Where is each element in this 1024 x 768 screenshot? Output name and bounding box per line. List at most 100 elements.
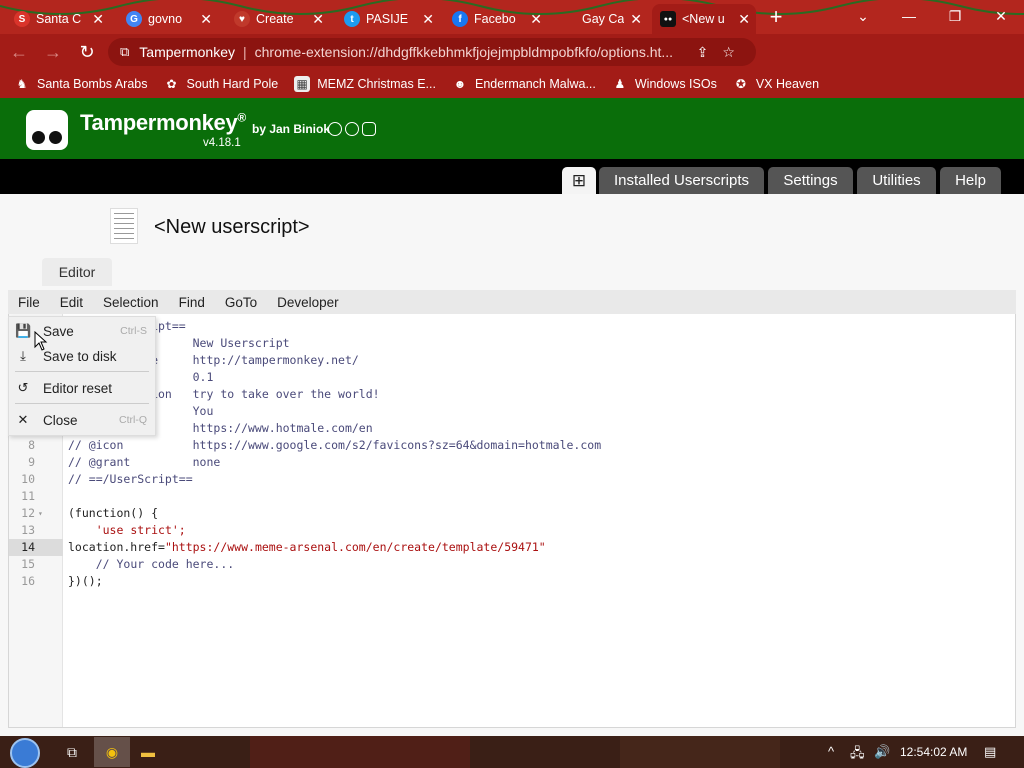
file-menu-label: Close: [43, 412, 78, 428]
tab-close-icon[interactable]: ✕: [312, 11, 324, 28]
extension-page-icon[interactable]: ⧉: [120, 44, 129, 60]
code-line[interactable]: 3// @namespace http://tampermonkey.net/: [9, 352, 1015, 369]
fold-arrow-icon[interactable]: ▾: [38, 505, 43, 522]
brand-name: Tampermonkey: [80, 110, 238, 135]
file-menu-editor-reset[interactable]: ↺ Editor reset: [9, 376, 155, 400]
instagram-icon[interactable]: [362, 122, 376, 136]
file-explorer-icon[interactable]: ▬: [136, 740, 160, 764]
code-line[interactable]: 2// @name New Userscript: [9, 335, 1015, 352]
code-line[interactable]: 10 // ==/UserScript==: [9, 471, 1015, 488]
code-line[interactable]: 12 ▾ (function() {: [9, 505, 1015, 522]
code-line[interactable]: 11: [9, 488, 1015, 505]
code-token: none: [192, 455, 221, 469]
bookmark-item[interactable]: ♟ Windows ISOs: [612, 76, 716, 92]
code-token: // ==/UserScript==: [68, 472, 193, 486]
menu-developer[interactable]: Developer: [267, 295, 349, 310]
tab-editor[interactable]: Editor: [42, 258, 112, 286]
line-number: 12: [21, 506, 35, 520]
restore-button[interactable]: ❐: [932, 0, 978, 32]
browser-tab-6[interactable]: Gay Ca ✕: [552, 4, 648, 34]
tab-close-icon[interactable]: ✕: [422, 11, 434, 28]
browser-tab-2[interactable]: G govno ✕: [118, 4, 218, 34]
tab-close-icon[interactable]: ✕: [200, 11, 212, 28]
browser-tab-active[interactable]: ●● <New u ✕: [652, 4, 756, 34]
bookmark-item[interactable]: ▦ MEMZ Christmas E...: [294, 76, 436, 92]
code-line[interactable]: 14 location.href="https://www.meme-arsena…: [9, 539, 1015, 556]
reload-icon[interactable]: ↻: [72, 37, 102, 67]
code-line[interactable]: 7// @match https://www.hotmale.com/en: [9, 420, 1015, 437]
bookmark-star-icon[interactable]: ☆: [722, 44, 735, 61]
code-line[interactable]: 15 // Your code here...: [9, 556, 1015, 573]
code-editor[interactable]: 1// ==UserScript==2// @name New Userscri…: [8, 314, 1016, 728]
tab-title: Santa C: [36, 12, 82, 26]
taskbar-clock[interactable]: 12:54:02 AM: [900, 745, 967, 759]
file-menu-save[interactable]: 💾 Save Ctrl-S: [9, 319, 155, 343]
menu-edit[interactable]: Edit: [50, 295, 93, 310]
code-line[interactable]: 1// ==UserScript==: [9, 318, 1015, 335]
browser-tab-4[interactable]: t PASIJE ✕: [336, 4, 440, 34]
tab-settings[interactable]: Settings: [768, 167, 853, 194]
address-url[interactable]: chrome-extension://dhdgffkkebhmkfjojejmp…: [255, 44, 687, 60]
code-line[interactable]: 16})();: [9, 573, 1015, 590]
add-script-tab[interactable]: ⊞: [562, 167, 596, 194]
code-line[interactable]: 6// @author You: [9, 403, 1015, 420]
new-tab-button[interactable]: +: [764, 6, 788, 30]
menu-selection[interactable]: Selection: [93, 295, 169, 310]
close-window-button[interactable]: ✕: [978, 0, 1024, 32]
forward-arrow-icon[interactable]: →: [38, 37, 68, 67]
file-menu-save-to-disk[interactable]: ⤓ Save to disk: [9, 344, 155, 368]
code-text: location.href="https://www.meme-arsenal.…: [68, 539, 546, 556]
share-icon[interactable]: ⇪: [697, 44, 709, 61]
author-credit[interactable]: by Jan Biniok: [252, 122, 330, 136]
browser-tab-5[interactable]: f Facebo ✕: [444, 4, 548, 34]
bookmark-item[interactable]: ✿ South Hard Pole: [163, 76, 278, 92]
tab-help[interactable]: Help: [940, 167, 1001, 194]
santa-favicon-icon: S: [14, 11, 30, 27]
github-icon[interactable]: [328, 122, 342, 136]
browser-toolbar: ← → ↻ ⧉ Tampermonkey | chrome-extension:…: [0, 34, 1024, 97]
start-button[interactable]: [10, 738, 40, 768]
minimize-button[interactable]: —: [886, 0, 932, 32]
code-line[interactable]: 5// @description try to take over the wo…: [9, 386, 1015, 403]
tray-chevron-icon[interactable]: ^: [828, 744, 834, 759]
task-view-icon[interactable]: ⧉: [60, 740, 84, 764]
bookmark-item[interactable]: ♞ Santa Bombs Arabs: [14, 76, 148, 92]
tab-search-chevron-icon[interactable]: ⌄: [840, 0, 886, 32]
network-icon[interactable]: 🖧: [850, 744, 865, 766]
browser-tab-1[interactable]: S Santa C ✕: [6, 4, 110, 34]
code-line[interactable]: 4// @version 0.1: [9, 369, 1015, 386]
chrome-taskbar-icon[interactable]: ◉: [94, 737, 130, 767]
code-token: New Userscript: [192, 336, 290, 350]
tampermonkey-header: Tampermonkey® by Jan Biniok v4.18.1: [0, 98, 1024, 159]
tab-close-icon[interactable]: ✕: [630, 11, 642, 28]
script-title: <New userscript>: [154, 216, 310, 238]
menu-goto[interactable]: GoTo: [215, 295, 267, 310]
facebook-icon[interactable]: [345, 122, 359, 136]
volume-icon[interactable]: 🔊: [874, 744, 890, 760]
tab-utilities[interactable]: Utilities: [857, 167, 936, 194]
code-token: "https://www.meme-arsenal.com/en/create/…: [164, 540, 546, 554]
code-line[interactable]: 13 'use strict';: [9, 522, 1015, 539]
menu-find[interactable]: Find: [169, 295, 215, 310]
browser-tab-3[interactable]: ♥ Create ✕: [226, 4, 330, 34]
code-token: // @grant: [68, 455, 193, 469]
file-menu-close[interactable]: ✕ Close Ctrl-Q: [9, 408, 155, 432]
code-line[interactable]: 8 // @icon https://www.google.com/s2/favi…: [9, 437, 1015, 454]
menu-file[interactable]: File: [8, 295, 50, 310]
tab-installed-userscripts[interactable]: Installed Userscripts: [599, 167, 764, 194]
notifications-icon[interactable]: ▤: [984, 744, 996, 760]
address-bar[interactable]: ⧉ Tampermonkey | chrome-extension://dhdg…: [108, 38, 756, 66]
tab-close-icon[interactable]: ✕: [530, 11, 542, 28]
tab-close-icon[interactable]: ✕: [738, 11, 750, 28]
bookmark-item[interactable]: ☻ Endermanch Malwa...: [452, 76, 596, 92]
tampermonkey-logo-icon: [26, 110, 68, 150]
editor-page: <New userscript> Editor File Edit Select…: [0, 194, 1024, 736]
heart-favicon-icon: ♥: [234, 11, 250, 27]
tab-close-icon[interactable]: ✕: [92, 11, 104, 28]
bookmark-item[interactable]: ✪ VX Heaven: [733, 76, 819, 92]
code-line[interactable]: 9 // @grant none: [9, 454, 1015, 471]
bookmark-icon: ♞: [16, 77, 28, 91]
back-arrow-icon[interactable]: ←: [4, 37, 34, 67]
code-token: You: [192, 404, 214, 418]
